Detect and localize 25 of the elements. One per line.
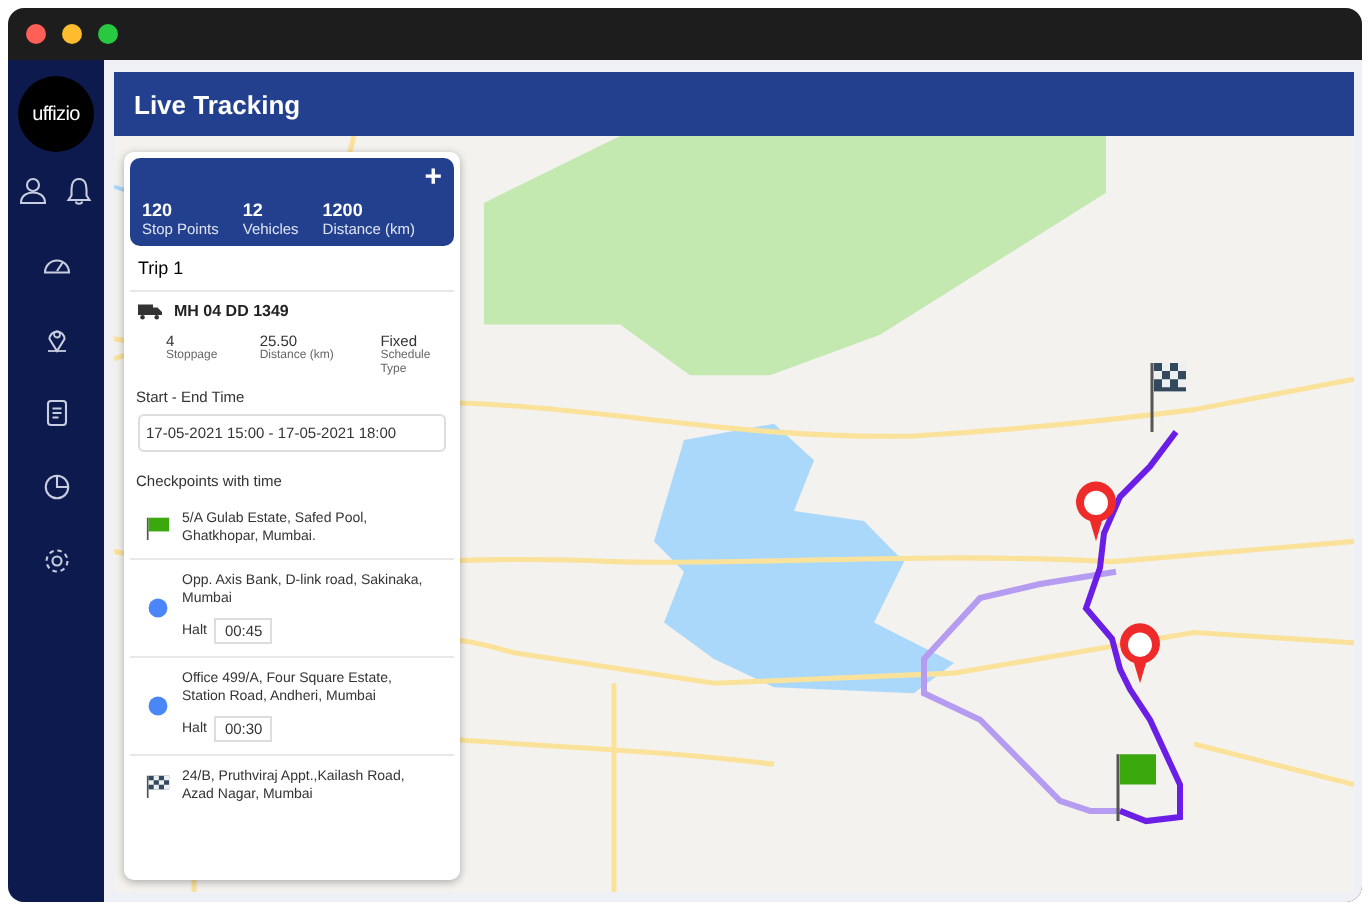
stop-dot-icon [146, 694, 170, 719]
minimize-window-dot[interactable] [62, 24, 82, 44]
stat-value: 120 [142, 200, 175, 220]
pie-chart-icon[interactable] [41, 472, 71, 502]
start-flag-icon [1116, 754, 1156, 822]
checkered-flag-icon [146, 774, 170, 799]
user-icon[interactable] [18, 176, 48, 206]
trip-title: Trip 1 [130, 246, 454, 292]
checkered-flag-icon [1150, 363, 1186, 432]
close-window-dot[interactable] [26, 24, 46, 44]
maximize-window-dot[interactable] [98, 24, 118, 44]
start-flag-icon [146, 515, 170, 540]
settings-icon[interactable] [41, 546, 71, 576]
logo[interactable]: uffizio [18, 76, 94, 152]
document-icon[interactable] [41, 398, 71, 428]
map-pin-icon[interactable] [1076, 481, 1116, 542]
bell-icon[interactable] [64, 176, 94, 206]
stat-value: 12 [242, 200, 265, 220]
truck-icon [138, 303, 162, 319]
add-button[interactable]: + [424, 162, 442, 192]
map-pin-icon[interactable] [1120, 623, 1160, 684]
stat-value: 1200 [322, 200, 365, 220]
vehicle-number: MH 04 DD 1349 [174, 302, 289, 320]
page-title: Live Tracking [134, 89, 301, 119]
stop-dot-icon [146, 596, 170, 621]
